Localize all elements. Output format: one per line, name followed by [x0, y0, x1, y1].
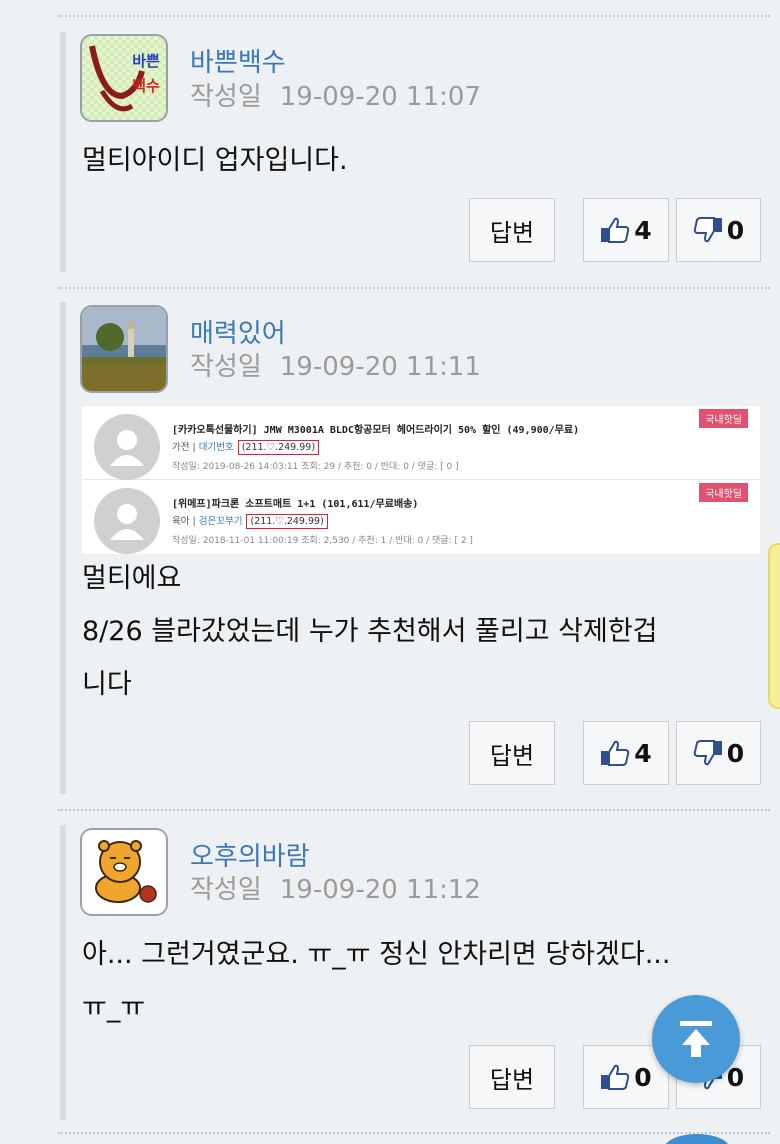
- thumbs-up-icon: [601, 217, 630, 243]
- svg-text:바쁜: 바쁜: [132, 52, 160, 70]
- post-category: 육아: [172, 516, 190, 527]
- comment-body-line: 멀티에요: [82, 563, 182, 594]
- comment-indent-bar: [60, 302, 66, 794]
- post-category: 가전: [172, 442, 190, 453]
- comment-indent-bar: [60, 32, 66, 272]
- like-count: 4: [634, 215, 652, 245]
- comment-indent-bar: [60, 825, 66, 1120]
- dislike-button[interactable]: 0: [676, 198, 761, 262]
- comment-separator: [58, 1132, 770, 1134]
- comment-separator: [58, 809, 770, 811]
- comment-date: 19-09-20 11:12: [279, 875, 481, 905]
- comment-body: 멀티에요 8/26 블라갔었는데 누가 추천해서 풀리고 삭제한겁 니다: [82, 552, 658, 711]
- date-label: 작성일: [190, 82, 262, 112]
- dislike-count: 0: [726, 215, 745, 245]
- comment-separator: [58, 287, 770, 289]
- author-name[interactable]: 오후의바람: [190, 836, 310, 873]
- avatar[interactable]: 바쁜 백수: [80, 34, 168, 122]
- post-user: 검은꼬부기: [198, 516, 243, 527]
- like-count: 4: [634, 738, 652, 768]
- comment-meta: 작성일 19-09-20 11:11: [190, 346, 481, 383]
- embedded-screenshot: [카카오톡선물하기] JMW M3001A BLDC항공모터 헤어드라이기 50…: [82, 406, 760, 554]
- comment-body: 멀티아이디 업자입니다.: [82, 134, 348, 187]
- date-label: 작성일: [190, 875, 262, 905]
- dislike-count: 0: [726, 738, 745, 768]
- comment-meta: 작성일 19-09-20 11:07: [190, 76, 481, 113]
- thumbs-up-icon: [601, 1064, 630, 1090]
- comment-separator: [58, 15, 770, 17]
- post-ip: (211.♡.249.99): [237, 440, 320, 455]
- comment-body: 아... 그런거였군요. ㅠ_ㅠ 정신 안차리면 당하겠다... ㅠ_ㅠ: [82, 928, 670, 1034]
- like-button[interactable]: 4: [583, 198, 669, 262]
- post-title: [카카오톡선물하기] JMW M3001A BLDC항공모터 헤어드라이기 50…: [172, 425, 580, 436]
- reply-button[interactable]: 답변: [469, 721, 555, 785]
- side-scroll-handle[interactable]: [768, 543, 780, 709]
- comment-date: 19-09-20 11:07: [279, 82, 481, 112]
- thumbs-up-icon: [601, 740, 630, 766]
- comment-body-line: 멀티아이디 업자입니다.: [82, 145, 348, 176]
- author-name[interactable]: 바쁜백수: [190, 42, 286, 79]
- reply-button[interactable]: 답변: [469, 198, 555, 262]
- post-ip: (211.♡.249.99): [246, 514, 328, 529]
- author-name[interactable]: 매력있어: [190, 313, 286, 350]
- post-tag: 국내핫딜: [699, 409, 748, 428]
- default-avatar-icon: [94, 488, 160, 554]
- thumbs-down-icon: [693, 217, 722, 243]
- comment-body-line: 8/26 블라갔었는데 누가 추천해서 풀리고 삭제한겁: [82, 616, 658, 647]
- comment-body-line: 니다: [82, 669, 132, 700]
- avatar-image: [82, 307, 166, 391]
- arrow-up-to-top-icon: [680, 1021, 712, 1057]
- post-info: 작성일: 2019-08-26 14:03:11 조회: 29 / 추천: 0 …: [172, 462, 459, 472]
- like-count: 0: [634, 1062, 652, 1092]
- comment-body-line: 아... 그런거였군요. ㅠ_ㅠ 정신 안차리면 당하겠다...: [82, 939, 671, 970]
- floating-action-button[interactable]: [664, 1134, 730, 1144]
- avatar[interactable]: [80, 828, 168, 916]
- post-category-line: 가전 | 대기번호 (211.♡.249.99): [172, 439, 320, 455]
- avatar[interactable]: [80, 305, 168, 393]
- comment-meta: 작성일 19-09-20 11:12: [190, 869, 481, 906]
- post-category-line: 육아 | 검은꼬부기 (211.♡.249.99): [172, 513, 328, 529]
- avatar-image: 바쁜 백수: [82, 36, 166, 120]
- like-button[interactable]: 4: [583, 721, 669, 785]
- post-user: 대기번호: [198, 442, 234, 453]
- date-label: 작성일: [190, 352, 262, 382]
- post-row: [위메프]파크론 소프트매트 1+1 (101,611/무료배송) 육아 | 검…: [82, 480, 760, 554]
- post-title: [위메프]파크론 소프트매트 1+1 (101,611/무료배송): [172, 499, 419, 510]
- comment-date: 19-09-20 11:11: [279, 352, 481, 382]
- avatar-image: [82, 830, 166, 914]
- scroll-to-top-button[interactable]: [652, 995, 740, 1083]
- default-avatar-icon: [94, 414, 160, 480]
- post-info: 작성일: 2018-11-01 11:00:19 조회: 2,530 / 추천:…: [172, 536, 473, 546]
- reply-button[interactable]: 답변: [469, 1045, 555, 1109]
- post-tag: 국내핫딜: [699, 483, 748, 502]
- dislike-button[interactable]: 0: [676, 721, 761, 785]
- post-row: [카카오톡선물하기] JMW M3001A BLDC항공모터 헤어드라이기 50…: [82, 406, 760, 480]
- svg-text:백수: 백수: [132, 77, 160, 95]
- comment-body-line: ㅠ_ㅠ: [82, 992, 146, 1023]
- thumbs-down-icon: [693, 740, 722, 766]
